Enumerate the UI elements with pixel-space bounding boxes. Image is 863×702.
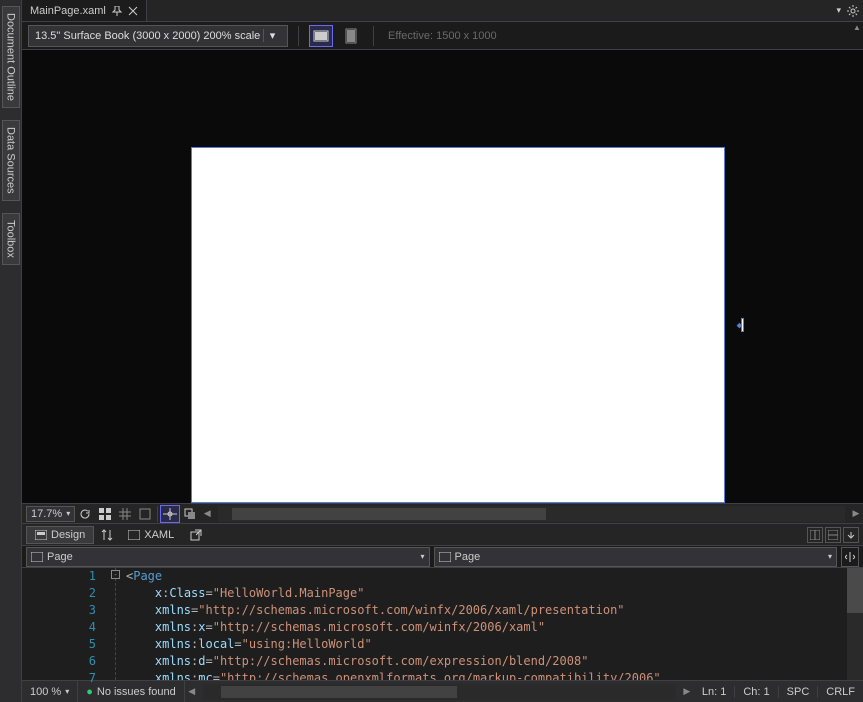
snaplines-button[interactable] xyxy=(160,505,180,523)
horizontal-split-button[interactable] xyxy=(825,527,841,543)
scroll-left-icon[interactable]: ◀ xyxy=(200,506,214,522)
zoom-value-label: 17.7% xyxy=(31,508,62,520)
member-label: Page xyxy=(455,551,481,563)
close-icon[interactable] xyxy=(128,6,138,16)
element-path-selector[interactable]: Page ▾ xyxy=(26,547,430,567)
popout-icon[interactable] xyxy=(190,529,202,541)
view-tab-strip: Design XAML xyxy=(22,524,863,546)
toolbox-tab[interactable]: Toolbox xyxy=(2,213,20,265)
line-number: 5 xyxy=(22,636,96,653)
scroll-right-icon[interactable]: ▶ xyxy=(849,506,863,522)
line-number: 4 xyxy=(22,619,96,636)
status-bar: 100 % ▾ ● No issues found ◀ ▶ Ln: 1 Ch: … xyxy=(22,680,863,702)
tab-overflow-icon[interactable]: ▾ xyxy=(836,5,841,16)
scrollbar-thumb[interactable] xyxy=(232,508,545,520)
scrollbar-thumb[interactable] xyxy=(847,568,863,613)
horizontal-scrollbar[interactable] xyxy=(218,506,845,522)
landscape-button[interactable] xyxy=(309,25,333,47)
swap-panes-button[interactable] xyxy=(98,526,116,544)
separator xyxy=(157,506,158,522)
pin-icon[interactable] xyxy=(112,6,122,16)
effective-size-label: Effective: 1500 x 1000 xyxy=(388,30,497,42)
outline-guide xyxy=(104,568,116,680)
device-selector-label: 13.5" Surface Book (3000 x 2000) 200% sc… xyxy=(35,30,260,42)
page-icon xyxy=(439,552,451,562)
dropdown-arrow-icon: ▾ xyxy=(65,687,69,696)
xaml-icon xyxy=(128,530,140,540)
grid-toggle-button[interactable] xyxy=(95,505,115,523)
scroll-right-icon[interactable]: ▶ xyxy=(680,684,694,700)
file-tab-mainpage[interactable]: MainPage.xaml xyxy=(22,0,147,21)
line-number: 6 xyxy=(22,653,96,670)
dropdown-arrow-icon: ▾ xyxy=(828,552,832,561)
document-outline-tab[interactable]: Document Outline xyxy=(2,6,20,108)
designer-toolbar: 13.5" Surface Book (3000 x 2000) 200% sc… xyxy=(22,22,863,50)
collapse-pane-button[interactable] xyxy=(843,527,859,543)
indent-status[interactable]: SPC xyxy=(779,686,819,698)
line-number-gutter: 1 2 3 4 5 6 7 - xyxy=(22,568,126,680)
split-toggle-button[interactable] xyxy=(841,547,859,567)
horizontal-scrollbar[interactable] xyxy=(203,684,676,700)
col-status: Ch: 1 xyxy=(735,686,778,698)
design-tab-label: Design xyxy=(51,529,85,541)
page-icon xyxy=(31,552,43,562)
dropdown-arrow-icon: ▾ xyxy=(420,552,424,561)
line-number: 3 xyxy=(22,602,96,619)
document-tab-strip: MainPage.xaml ▾ xyxy=(22,0,863,22)
xaml-tab[interactable]: XAML xyxy=(120,527,182,543)
portrait-button[interactable] xyxy=(339,25,363,47)
element-path-label: Page xyxy=(47,551,73,563)
breadcrumb-bar: Page ▾ Page ▾ xyxy=(22,546,863,568)
zoom-toolbar: 17.7% ▾ ◀ ▶ xyxy=(22,504,863,524)
resize-handle-right[interactable] xyxy=(741,318,744,332)
scrollbar-thumb[interactable] xyxy=(221,686,458,698)
side-tool-rail: Document Outline Data Sources Toolbox xyxy=(0,0,22,702)
refresh-button[interactable] xyxy=(75,505,95,523)
collapse-region-icon[interactable]: - xyxy=(111,570,120,579)
xaml-editor[interactable]: 1 2 3 4 5 6 7 - <Page x:Class="HelloWorl… xyxy=(22,568,863,680)
zoom-value[interactable]: 17.7% ▾ xyxy=(26,506,75,522)
settings-gear-icon[interactable] xyxy=(847,5,859,17)
line-number: 2 xyxy=(22,585,96,602)
issues-label: No issues found xyxy=(97,686,176,698)
vertical-split-button[interactable] xyxy=(807,527,823,543)
snap-toggle-button[interactable] xyxy=(135,505,155,523)
design-surface[interactable] xyxy=(22,50,863,504)
scroll-left-icon[interactable]: ◀ xyxy=(185,684,199,700)
check-circle-icon: ● xyxy=(86,686,93,698)
line-status: Ln: 1 xyxy=(694,686,735,698)
device-selector[interactable]: 13.5" Surface Book (3000 x 2000) 200% sc… xyxy=(28,25,288,47)
lineending-status[interactable]: CRLF xyxy=(818,686,863,698)
artboard[interactable] xyxy=(192,148,724,502)
separator xyxy=(298,26,299,46)
dropdown-arrow-icon: ▾ xyxy=(263,29,281,42)
line-number: 7 xyxy=(22,670,96,687)
snap-grid-button[interactable] xyxy=(115,505,135,523)
design-tab[interactable]: Design xyxy=(26,526,94,544)
vertical-scrollbar[interactable] xyxy=(847,568,863,680)
separator xyxy=(373,26,374,46)
code-text[interactable]: <Page x:Class="HelloWorld.MainPage" xmln… xyxy=(126,568,863,680)
dropdown-arrow-icon: ▾ xyxy=(66,509,70,518)
scroll-up-icon[interactable]: ▲ xyxy=(851,22,863,32)
member-selector[interactable]: Page ▾ xyxy=(434,547,838,567)
design-icon xyxy=(35,530,47,540)
zoom-status-label: 100 % xyxy=(30,686,61,698)
line-number: 1 xyxy=(22,568,96,585)
data-sources-tab[interactable]: Data Sources xyxy=(2,120,20,201)
xaml-tab-label: XAML xyxy=(144,529,174,541)
file-tab-label: MainPage.xaml xyxy=(30,5,106,17)
effects-button[interactable] xyxy=(180,505,200,523)
